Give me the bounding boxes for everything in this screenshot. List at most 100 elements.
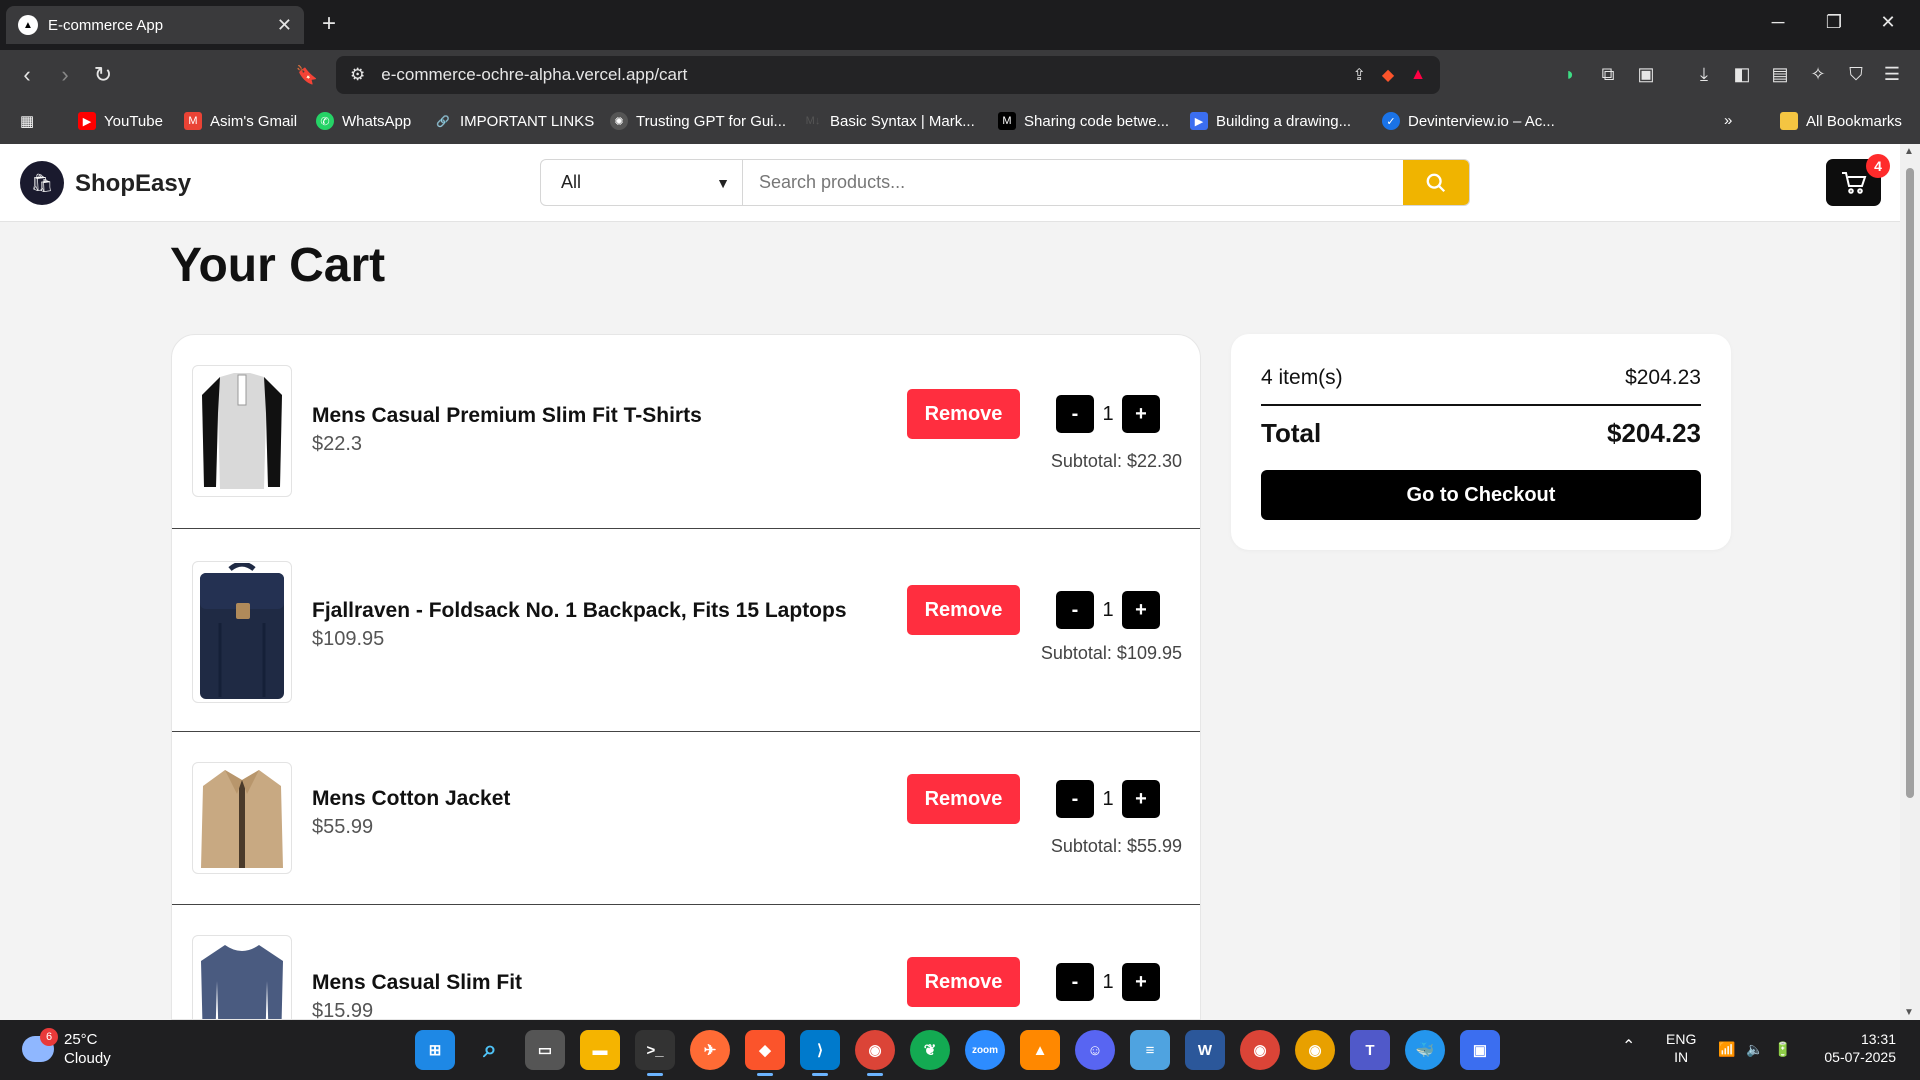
product-name[interactable]: Mens Casual Premium Slim Fit T-Shirts: [312, 404, 702, 428]
mongodb-icon[interactable]: ❦: [910, 1030, 950, 1070]
category-select[interactable]: All ▼: [541, 160, 743, 205]
page-scrollbar[interactable]: ▲ ▼: [1900, 144, 1920, 1020]
scrollbar-thumb[interactable]: [1906, 168, 1914, 798]
chrome-dev-icon[interactable]: ◉: [855, 1030, 895, 1076]
discord-icon[interactable]: ☺: [1075, 1030, 1115, 1070]
increase-qty-button[interactable]: +: [1122, 591, 1160, 629]
bookmark-basic-syntax[interactable]: M↓ Basic Syntax | Mark...: [804, 112, 975, 130]
forward-icon[interactable]: ›: [50, 62, 80, 88]
brave-shields-icon[interactable]: ◆: [1382, 65, 1394, 85]
tshirt-icon[interactable]: [192, 365, 292, 497]
shopeasy-logo[interactable]: 🛍: [20, 161, 64, 205]
docker-icon[interactable]: 🐳: [1405, 1030, 1445, 1070]
checkout-button[interactable]: Go to Checkout: [1261, 470, 1701, 520]
decrease-qty-button[interactable]: -: [1056, 780, 1094, 818]
extension-icon[interactable]: ◗: [1556, 64, 1584, 85]
quantity-stepper: - 1 +: [1056, 780, 1160, 818]
browser-tab[interactable]: ▲ E-commerce App ✕: [6, 6, 304, 44]
product-name[interactable]: Mens Casual Slim Fit: [312, 971, 522, 995]
weather-widget[interactable]: 6 25°C Cloudy: [22, 1028, 111, 1068]
site-info-icon[interactable]: ⚙: [350, 65, 365, 85]
increase-qty-button[interactable]: +: [1122, 780, 1160, 818]
bookmark-gmail[interactable]: M Asim's Gmail: [184, 112, 297, 130]
restore-icon[interactable]: ❐: [1814, 12, 1854, 33]
cart-count-badge: 4: [1866, 154, 1890, 178]
bookmark-trusting-gpt[interactable]: ✺ Trusting GPT for Gui...: [610, 112, 786, 130]
brave-browser-icon[interactable]: ◆: [745, 1030, 785, 1076]
longsleeve-icon[interactable]: [192, 935, 292, 1019]
all-bookmarks-folder[interactable]: ▬ All Bookmarks: [1780, 112, 1902, 130]
remove-button[interactable]: Remove: [907, 585, 1020, 635]
bookmark-important-links[interactable]: 🔗 IMPORTANT LINKS: [434, 112, 594, 130]
extensions-puzzle-icon[interactable]: ⧉: [1594, 64, 1622, 85]
jacket-icon[interactable]: [192, 762, 292, 874]
decrease-qty-button[interactable]: -: [1056, 963, 1094, 1001]
close-window-icon[interactable]: ✕: [1868, 12, 1908, 33]
decrease-qty-button[interactable]: -: [1056, 395, 1094, 433]
product-price: $109.95: [312, 628, 385, 650]
task-view-icon[interactable]: ▭: [525, 1030, 565, 1070]
close-tab-icon[interactable]: ✕: [277, 15, 292, 36]
minimize-icon[interactable]: ─: [1758, 12, 1798, 33]
remove-button[interactable]: Remove: [907, 774, 1020, 824]
leo-ai-icon[interactable]: ✧: [1804, 64, 1832, 85]
backpack-icon[interactable]: [192, 561, 292, 703]
search-button[interactable]: [1403, 160, 1469, 205]
reload-icon[interactable]: ↻: [88, 62, 118, 88]
volume-icon[interactable]: 🔈: [1746, 1040, 1763, 1058]
product-name[interactable]: Fjallraven - Foldsack No. 1 Backpack, Fi…: [312, 599, 847, 623]
sidebar-icon[interactable]: ◧: [1728, 64, 1756, 85]
bookmark-building-drawing[interactable]: ▶ Building a drawing...: [1190, 112, 1351, 130]
teams-icon[interactable]: T: [1350, 1030, 1390, 1070]
bookmark-icon[interactable]: 🔖: [292, 62, 322, 88]
back-icon[interactable]: ‹: [12, 62, 42, 88]
download-icon[interactable]: ⤓: [1690, 64, 1718, 85]
wifi-icon[interactable]: 📶: [1718, 1040, 1735, 1058]
clock[interactable]: 13:31 05-07-2025: [1816, 1030, 1896, 1066]
vscode-icon[interactable]: ⟩: [800, 1030, 840, 1076]
terminal-icon[interactable]: >_: [635, 1030, 675, 1076]
apps-grid-icon[interactable]: ▦: [20, 112, 34, 130]
search-taskbar-icon[interactable]: ⌕: [470, 1030, 510, 1070]
chrome-icon[interactable]: ◉: [1240, 1030, 1280, 1070]
increase-qty-button[interactable]: +: [1122, 963, 1160, 1001]
decrease-qty-button[interactable]: -: [1056, 591, 1094, 629]
bookmark-youtube[interactable]: ▶ YouTube: [78, 112, 163, 130]
brave-rewards-icon[interactable]: ▲: [1410, 66, 1426, 84]
more-bookmarks-icon[interactable]: »: [1724, 112, 1732, 129]
battery-icon[interactable]: 🔋: [1774, 1040, 1791, 1058]
wallet-icon[interactable]: ▤: [1766, 64, 1794, 85]
url-text[interactable]: e-commerce-ochre-alpha.vercel.app/cart: [381, 65, 1336, 85]
postman-icon[interactable]: ✈: [690, 1030, 730, 1070]
windows-start-icon[interactable]: ⊞: [415, 1030, 455, 1070]
notepad-icon[interactable]: ≡: [1130, 1030, 1170, 1070]
remove-button[interactable]: Remove: [907, 957, 1020, 1007]
search-input[interactable]: [743, 160, 1403, 205]
language-indicator[interactable]: ENG IN: [1666, 1030, 1696, 1066]
bookmark-sharing-code[interactable]: M Sharing code betwe...: [998, 112, 1169, 130]
file-explorer-icon[interactable]: ▬: [580, 1030, 620, 1070]
address-bar[interactable]: ⚙ e-commerce-ochre-alpha.vercel.app/cart…: [336, 56, 1440, 94]
cart-button[interactable]: 4: [1826, 154, 1890, 206]
share-icon[interactable]: ⇪: [1352, 65, 1365, 85]
new-tab-button[interactable]: +: [322, 10, 336, 38]
menu-icon[interactable]: ☰: [1878, 64, 1906, 85]
word-icon[interactable]: W: [1185, 1030, 1225, 1070]
cart-item: Mens Cotton Jacket $55.99 Remove - 1 + S…: [172, 732, 1200, 905]
increase-qty-button[interactable]: +: [1122, 395, 1160, 433]
remove-button[interactable]: Remove: [907, 389, 1020, 439]
remote-desktop-icon[interactable]: ▣: [1460, 1030, 1500, 1070]
bookmark-whatsapp[interactable]: ✆ WhatsApp: [316, 112, 411, 130]
vlc-icon[interactable]: ▲: [1020, 1030, 1060, 1070]
weather-badge: 6: [40, 1028, 58, 1046]
scroll-down-icon[interactable]: ▼: [1904, 1007, 1914, 1018]
product-name[interactable]: Mens Cotton Jacket: [312, 787, 510, 811]
show-hidden-icons[interactable]: ⌃: [1622, 1038, 1635, 1056]
vpn-icon[interactable]: ⛉: [1842, 64, 1870, 85]
scroll-up-icon[interactable]: ▲: [1904, 146, 1914, 157]
reader-icon[interactable]: ▣: [1632, 64, 1660, 85]
bookmark-devinterview[interactable]: ✓ Devinterview.io – Ac...: [1382, 112, 1555, 130]
brand-name[interactable]: ShopEasy: [75, 170, 191, 198]
chrome-canary-icon[interactable]: ◉: [1295, 1030, 1335, 1070]
zoom-icon[interactable]: zoom: [965, 1030, 1005, 1070]
